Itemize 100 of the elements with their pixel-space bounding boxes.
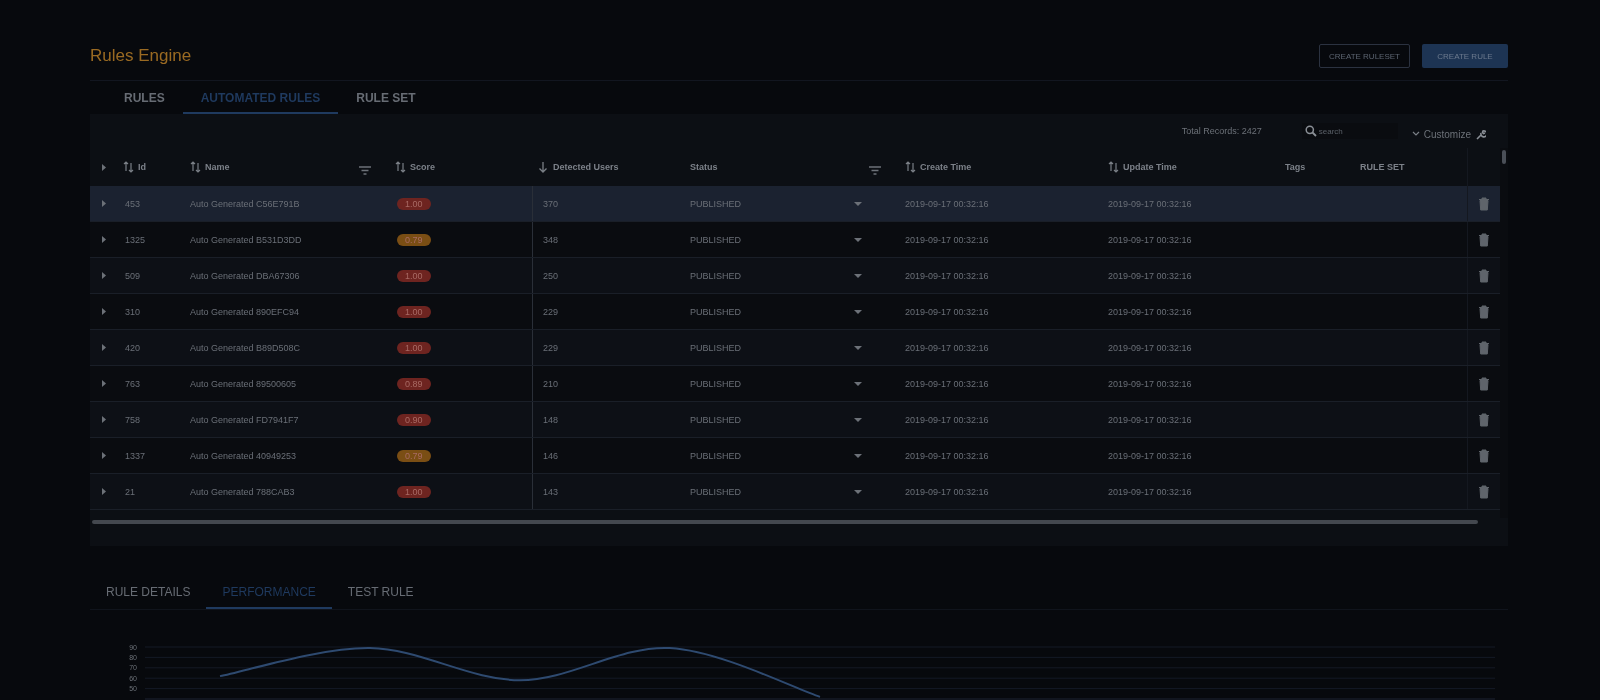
tab[interactable]: TEST RULE [331, 578, 430, 609]
trash-icon[interactable] [1478, 196, 1490, 211]
table-row[interactable]: 509 Auto Generated DBA67306 1.00 250 PUBLISHED 2019-09-17 00:32:16 2019-09-17 00:32:16 [90, 258, 1500, 294]
table-cell: 2019-09-17 00:32:16 [1108, 234, 1192, 245]
expand-icon[interactable] [100, 415, 108, 424]
table-cell: Auto Generated DBA67306 [190, 270, 300, 281]
customize-link[interactable]: Customize [1423, 128, 1471, 140]
tab[interactable]: RULE SET [338, 83, 434, 114]
caret-icon[interactable] [853, 235, 863, 244]
expand-icon[interactable] [100, 271, 108, 280]
trash-icon[interactable] [1478, 412, 1490, 427]
filter-icon[interactable] [869, 165, 881, 175]
trash-icon[interactable] [1478, 304, 1490, 319]
table-row[interactable]: 453 Auto Generated C56E791B 1.00 370 PUBLISHED 2019-09-17 00:32:16 2019-09-17 00:32:16 [90, 186, 1500, 222]
expand-icon[interactable] [100, 343, 108, 352]
create-button[interactable]: CREATE RULESET [1319, 44, 1410, 68]
table-row[interactable]: 758 Auto Generated FD7941F7 0.90 148 PUBLISHED 2019-09-17 00:32:16 2019-09-17 00:32:16 [90, 402, 1500, 438]
table-cell: 229 [543, 306, 559, 317]
scrollbar-thumb[interactable] [1502, 150, 1506, 164]
trash-icon[interactable] [1478, 340, 1490, 355]
table-cell: 229 [543, 342, 559, 353]
table-cell: Auto Generated C56E791B [190, 198, 300, 209]
table-cell: 2019-09-17 00:32:16 [905, 450, 989, 461]
table-cell: 2019-09-17 00:32:16 [1108, 414, 1192, 425]
status-dropdown[interactable]: PUBLISHED [690, 414, 742, 425]
table-cell: 2019-09-17 00:32:16 [905, 378, 989, 389]
table-cell: 2019-09-17 00:32:16 [905, 486, 989, 497]
sort-icon[interactable] [538, 161, 549, 173]
table-cell: Auto Generated 89500605 [190, 378, 297, 389]
status-dropdown[interactable]: PUBLISHED [690, 270, 742, 281]
trash-icon[interactable] [1478, 376, 1490, 391]
chevron-icon[interactable] [1411, 131, 1420, 137]
caret-icon[interactable] [853, 271, 863, 280]
status-dropdown[interactable]: PUBLISHED [690, 306, 742, 317]
caret-icon[interactable] [853, 451, 863, 460]
sort-icon[interactable] [190, 161, 201, 173]
scrollbar-thumb[interactable] [92, 520, 1478, 524]
trash-icon[interactable] [1478, 484, 1490, 499]
expand-icon[interactable] [100, 307, 108, 316]
table-cell: 509 [125, 270, 141, 281]
caret-icon[interactable] [853, 415, 863, 424]
table-cell: 2019-09-17 00:32:16 [1108, 378, 1192, 389]
column-header: Name [205, 162, 230, 172]
expand-icon[interactable] [100, 379, 108, 388]
table-cell: 2019-09-17 00:32:16 [1108, 270, 1192, 281]
expand-icon[interactable] [100, 451, 108, 460]
expand-icon[interactable] [100, 199, 108, 208]
score-badge: 0.79 [397, 449, 431, 462]
caret-icon[interactable] [853, 343, 863, 352]
table-cell: 763 [125, 378, 141, 389]
trash-icon[interactable] [1478, 268, 1490, 283]
trash-icon[interactable] [1478, 232, 1490, 247]
table-cell: 2019-09-17 00:32:16 [905, 306, 989, 317]
column-header: Status [690, 162, 718, 172]
expand-icon[interactable] [100, 235, 108, 244]
table-row[interactable]: 21 Auto Generated 788CAB3 1.00 143 PUBLISHED 2019-09-17 00:32:16 2019-09-17 00:32:16 [90, 474, 1500, 510]
status-dropdown[interactable]: PUBLISHED [690, 198, 742, 209]
score-badge: 1.00 [397, 269, 431, 282]
table-row[interactable]: 763 Auto Generated 89500605 0.89 210 PUBLISHED 2019-09-17 00:32:16 2019-09-17 00:32:16 [90, 366, 1500, 402]
table-cell: 2019-09-17 00:32:16 [905, 198, 989, 209]
status-dropdown[interactable]: PUBLISHED [690, 342, 742, 353]
table-cell: 143 [543, 486, 559, 497]
status-dropdown[interactable]: PUBLISHED [690, 486, 742, 497]
table-row[interactable]: 310 Auto Generated 890EFC94 1.00 229 PUBLISHED 2019-09-17 00:32:16 2019-09-17 00:32:16 [90, 294, 1500, 330]
expand-icon[interactable] [100, 162, 108, 172]
sort-icon[interactable] [123, 161, 134, 173]
score-badge: 1.00 [397, 305, 431, 318]
trash-icon[interactable] [1478, 448, 1490, 463]
filter-icon[interactable] [359, 165, 371, 175]
caret-icon[interactable] [853, 487, 863, 496]
caret-icon[interactable] [853, 307, 863, 316]
table-cell: 2019-09-17 00:32:16 [1108, 198, 1192, 209]
record-count: Total Records: 2427 [1181, 126, 1262, 136]
table-cell: 146 [543, 450, 559, 461]
status-dropdown[interactable]: PUBLISHED [690, 450, 742, 461]
column-header: Score [410, 162, 435, 172]
tab[interactable]: RULES [106, 83, 183, 114]
caret-icon[interactable] [853, 379, 863, 388]
tab[interactable]: RULE DETAILS [90, 578, 207, 609]
create-button[interactable]: CREATE RULE [1422, 44, 1508, 68]
sort-icon[interactable] [395, 161, 406, 173]
sort-icon[interactable] [905, 161, 916, 173]
table-cell: 2019-09-17 00:32:16 [1108, 306, 1192, 317]
score-badge: 0.79 [397, 233, 431, 246]
table-cell: 2019-09-17 00:32:16 [1108, 342, 1192, 353]
status-dropdown[interactable]: PUBLISHED [690, 234, 742, 245]
score-badge: 0.90 [397, 413, 431, 426]
score-badge: 1.00 [397, 341, 431, 354]
search-input[interactable]: search [1318, 126, 1389, 136]
wrench-icon[interactable] [1475, 128, 1486, 140]
table-cell: 2019-09-17 00:32:16 [905, 414, 989, 425]
caret-icon[interactable] [853, 199, 863, 208]
expand-icon[interactable] [100, 487, 108, 496]
sort-icon[interactable] [1108, 161, 1119, 173]
table-row[interactable]: 420 Auto Generated B89D508C 1.00 229 PUBLISHED 2019-09-17 00:32:16 2019-09-17 00:32:16 [90, 330, 1500, 366]
status-dropdown[interactable]: PUBLISHED [690, 378, 742, 389]
search-field[interactable]: search [1301, 123, 1398, 139]
table-row[interactable]: 1325 Auto Generated B531D3DD 0.79 348 PUBLISHED 2019-09-17 00:32:16 2019-09-17 00:32:16 [90, 222, 1500, 258]
table-cell: Auto Generated FD7941F7 [190, 414, 299, 425]
table-row[interactable]: 1337 Auto Generated 40949253 0.79 146 PUBLISHED 2019-09-17 00:32:16 2019-09-17 00:32:16 [90, 438, 1500, 474]
